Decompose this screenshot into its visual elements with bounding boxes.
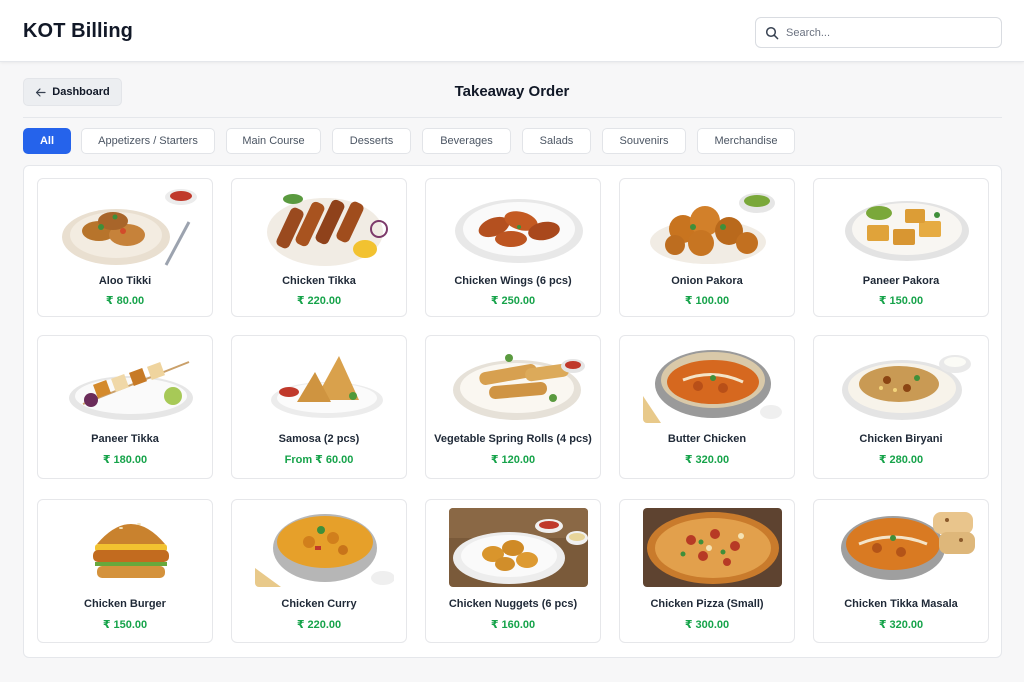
item-name: Paneer Pakora [862,275,940,287]
item-name: Butter Chicken [667,433,747,445]
item-name: Chicken Nuggets (6 pcs) [448,598,578,610]
tab-desserts[interactable]: Desserts [332,128,411,154]
search-input[interactable] [786,23,991,43]
food-image [255,344,394,423]
item-price: ₹ 120.00 [490,454,536,466]
menu-item-card[interactable]: Paneer Tikka ₹ 180.00 [37,335,213,479]
item-price: From ₹ 60.00 [284,454,354,466]
app-title: KOT Billing [23,20,133,42]
item-name: Paneer Tikka [91,433,159,445]
item-price: ₹ 180.00 [102,454,148,466]
food-image [837,344,976,423]
food-image [255,187,394,266]
menu-item-card[interactable]: Chicken Pizza (Small) ₹ 300.00 [619,499,795,643]
menu-item-card[interactable]: Chicken Tikka ₹ 220.00 [231,178,407,317]
header-divider [23,117,1002,118]
item-price: ₹ 150.00 [102,619,148,631]
menu-item-card[interactable]: Vegetable Spring Rolls (4 pcs) ₹ 120.00 [425,335,601,479]
item-name: Chicken Pizza (Small) [650,598,764,610]
item-name: Chicken Biryani [859,433,943,445]
menu-item-card[interactable]: Chicken Curry ₹ 220.00 [231,499,407,643]
item-price: ₹ 150.00 [878,295,924,307]
tab-all[interactable]: All [23,128,71,154]
item-name: Chicken Wings (6 pcs) [454,275,572,287]
tab-souvenirs[interactable]: Souvenirs [602,128,686,154]
item-price: ₹ 80.00 [105,295,145,307]
food-image [643,508,782,587]
page-title: Takeaway Order [454,83,570,100]
item-price: ₹ 220.00 [296,295,342,307]
item-name: Samosa (2 pcs) [278,433,360,445]
food-image [61,344,200,423]
item-price: ₹ 300.00 [684,619,730,631]
item-name: Chicken Curry [281,598,357,610]
item-price: ₹ 280.00 [878,454,924,466]
search-icon [765,26,779,40]
tab-salads[interactable]: Salads [522,128,591,154]
food-image [837,508,976,587]
item-name: Chicken Tikka [282,275,356,287]
item-price: ₹ 220.00 [296,619,342,631]
top-bar: KOT Billing [0,0,1024,62]
food-image [837,187,976,266]
menu-item-card[interactable]: Paneer Pakora ₹ 150.00 [813,178,989,317]
food-image [643,187,782,266]
tab-beverages[interactable]: Beverages [422,128,511,154]
food-image [255,508,394,587]
item-name: Aloo Tikki [98,275,152,287]
item-price: ₹ 100.00 [684,295,730,307]
item-price: ₹ 160.00 [490,619,536,631]
menu-item-card[interactable]: Chicken Tikka Masala ₹ 320.00 [813,499,989,643]
item-price: ₹ 320.00 [878,619,924,631]
food-image [449,187,588,266]
item-name: Chicken Tikka Masala [844,598,958,610]
menu-item-card[interactable]: Samosa (2 pcs) From ₹ 60.00 [231,335,407,479]
item-price: ₹ 250.00 [490,295,536,307]
item-price: ₹ 320.00 [684,454,730,466]
item-name: Chicken Burger [84,598,166,610]
item-name: Vegetable Spring Rolls (4 pcs) [434,433,592,445]
menu-item-card[interactable]: Chicken Nuggets (6 pcs) ₹ 160.00 [425,499,601,643]
tab-appetizers-starters[interactable]: Appetizers / Starters [81,128,215,154]
food-image [61,508,200,587]
menu-item-card[interactable]: Chicken Biryani ₹ 280.00 [813,335,989,479]
menu-item-card[interactable]: Butter Chicken ₹ 320.00 [619,335,795,479]
food-image [449,344,588,423]
search-box[interactable] [755,17,1002,48]
menu-grid: Aloo Tikki ₹ 80.00 Chicken Tikka ₹ 220.0… [23,165,1002,658]
food-image [61,187,200,266]
food-image [643,344,782,423]
menu-item-card[interactable]: Aloo Tikki ₹ 80.00 [37,178,213,317]
tab-main-course[interactable]: Main Course [226,128,321,154]
menu-item-card[interactable]: Onion Pakora ₹ 100.00 [619,178,795,317]
tab-merchandise[interactable]: Merchandise [697,128,795,154]
food-image [449,508,588,587]
menu-item-card[interactable]: Chicken Burger ₹ 150.00 [37,499,213,643]
item-name: Onion Pakora [671,275,743,287]
menu-item-card[interactable]: Chicken Wings (6 pcs) ₹ 250.00 [425,178,601,317]
